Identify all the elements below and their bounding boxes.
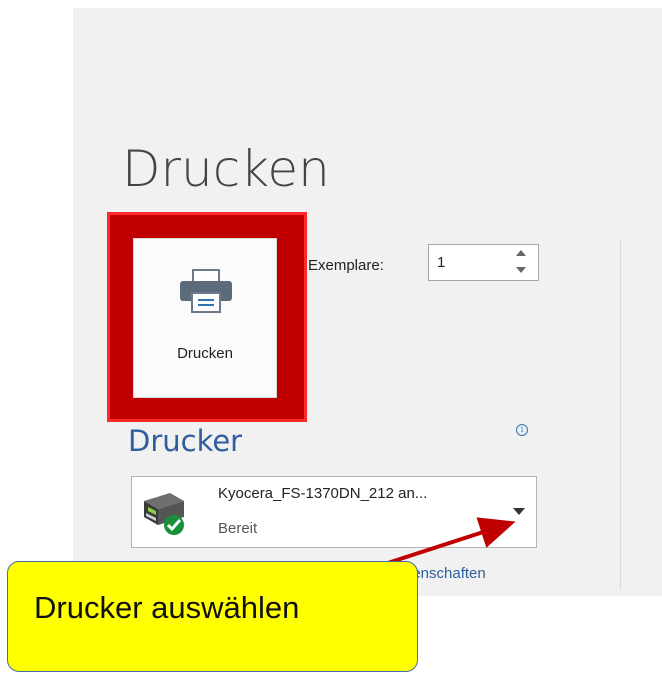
callout-text: Drucker auswählen (34, 590, 300, 625)
callout-box: Drucker auswählen (7, 561, 418, 672)
